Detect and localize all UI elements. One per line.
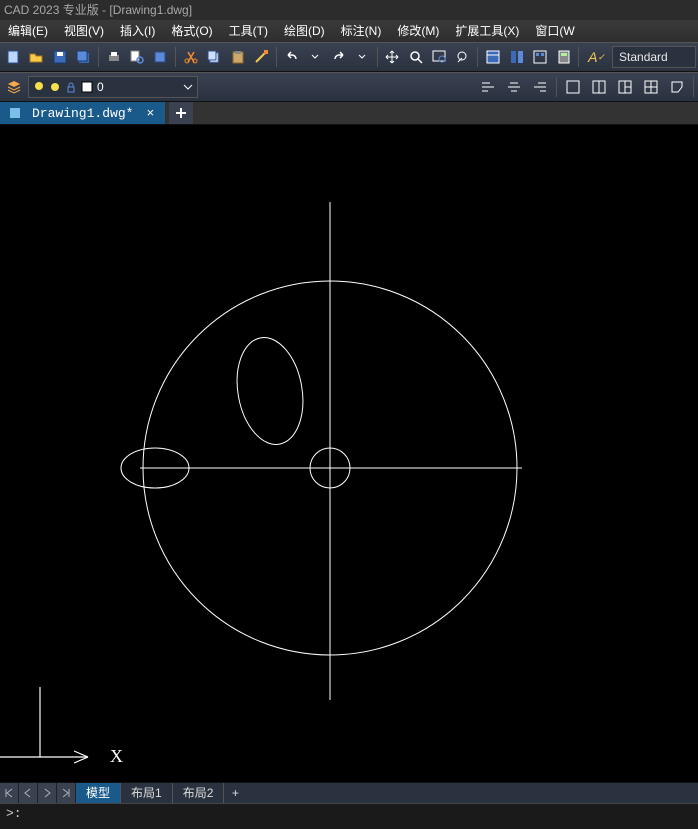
save-icon[interactable]: [49, 45, 70, 69]
tab-nav-last[interactable]: [57, 783, 76, 803]
menu-tools[interactable]: 工具(T): [221, 20, 276, 42]
layout-tabs: 模型 布局1 布局2 +: [0, 782, 698, 803]
properties-icon[interactable]: [482, 45, 503, 69]
text-style-dropdown[interactable]: Standard: [612, 46, 696, 68]
close-tab-icon[interactable]: ×: [143, 106, 157, 120]
zoom-previous-icon[interactable]: [452, 45, 473, 69]
toolbar-layers: 0: [0, 72, 698, 102]
title-bar: CAD 2023 专业版 - [Drawing1.dwg]: [0, 0, 698, 20]
copy-icon[interactable]: [204, 45, 225, 69]
menu-extend-tools[interactable]: 扩展工具(X): [447, 20, 527, 42]
zoom-realtime-icon[interactable]: [405, 45, 426, 69]
new-tab-button[interactable]: [169, 102, 193, 124]
drawing-tab-icon: [8, 106, 22, 120]
lock-icon: [65, 81, 77, 93]
print-preview-icon[interactable]: [126, 45, 147, 69]
tab-model[interactable]: 模型: [76, 783, 121, 803]
paste-icon[interactable]: [227, 45, 248, 69]
open-icon[interactable]: [25, 45, 46, 69]
command-line[interactable]: >:: [0, 803, 698, 829]
layer-dropdown[interactable]: 0: [28, 76, 198, 98]
menu-bar: 编辑(E) 视图(V) 插入(I) 格式(O) 工具(T) 绘图(D) 标注(N…: [0, 20, 698, 42]
plus-icon: [174, 106, 188, 120]
lightbulb-icon: [33, 81, 45, 93]
document-tab-label: Drawing1.dwg*: [32, 106, 133, 121]
tab-nav-prev[interactable]: [19, 783, 38, 803]
undo-icon[interactable]: [281, 45, 302, 69]
add-layout-button[interactable]: +: [224, 783, 246, 803]
layer-name: 0: [97, 80, 104, 94]
menu-format[interactable]: 格式(O): [163, 20, 220, 42]
viewport-4-icon[interactable]: [639, 75, 663, 99]
freeze-icon: [49, 81, 61, 93]
tool-palette-icon[interactable]: [529, 45, 550, 69]
zoom-window-icon[interactable]: [429, 45, 450, 69]
menu-insert[interactable]: 插入(I): [112, 20, 163, 42]
cut-icon[interactable]: [180, 45, 201, 69]
align-center-icon[interactable]: [502, 75, 526, 99]
new-icon[interactable]: [2, 45, 23, 69]
toolbar-standard: A✓ Standard: [0, 42, 698, 72]
print-icon[interactable]: [103, 45, 124, 69]
document-tabs: Drawing1.dwg* ×: [0, 102, 698, 125]
viewport-poly-icon[interactable]: [665, 75, 689, 99]
align-left-icon[interactable]: [476, 75, 500, 99]
align-right-icon[interactable]: [528, 75, 552, 99]
viewport-2-icon[interactable]: [587, 75, 611, 99]
layer-color-icon: [81, 81, 93, 93]
save-all-icon[interactable]: [72, 45, 93, 69]
ucs-icon: X: [0, 687, 123, 766]
viewport-3-icon[interactable]: [613, 75, 637, 99]
drawing-canvas[interactable]: X: [0, 125, 698, 782]
text-style-value: Standard: [619, 50, 668, 64]
plot-icon[interactable]: [150, 45, 171, 69]
redo-dropdown-icon[interactable]: [351, 45, 372, 69]
chevron-down-icon: [183, 82, 193, 92]
pan-icon[interactable]: [382, 45, 403, 69]
window-title: CAD 2023 专业版 - [Drawing1.dwg]: [4, 3, 192, 17]
viewport-1-icon[interactable]: [561, 75, 585, 99]
menu-edit[interactable]: 编辑(E): [0, 20, 56, 42]
tab-nav-first[interactable]: [0, 783, 19, 803]
drawing-svg: X: [0, 125, 698, 782]
menu-window[interactable]: 窗口(W: [527, 20, 582, 42]
undo-dropdown-icon[interactable]: [304, 45, 325, 69]
command-prompt: >:: [6, 806, 22, 821]
tab-layout2[interactable]: 布局2: [173, 783, 225, 803]
menu-dimension[interactable]: 标注(N): [333, 20, 390, 42]
menu-view[interactable]: 视图(V): [56, 20, 112, 42]
menu-modify[interactable]: 修改(M): [389, 20, 447, 42]
calculator-icon[interactable]: [553, 45, 574, 69]
tab-nav-next[interactable]: [38, 783, 57, 803]
tab-layout1[interactable]: 布局1: [121, 783, 173, 803]
ucs-x-label: X: [110, 746, 123, 766]
match-prop-icon[interactable]: [250, 45, 271, 69]
document-tab-active[interactable]: Drawing1.dwg* ×: [0, 102, 165, 124]
design-center-icon[interactable]: [506, 45, 527, 69]
text-style-icon[interactable]: A✓: [583, 45, 610, 69]
menu-draw[interactable]: 绘图(D): [276, 20, 333, 42]
redo-icon[interactable]: [328, 45, 349, 69]
layer-manager-icon[interactable]: [2, 75, 26, 99]
